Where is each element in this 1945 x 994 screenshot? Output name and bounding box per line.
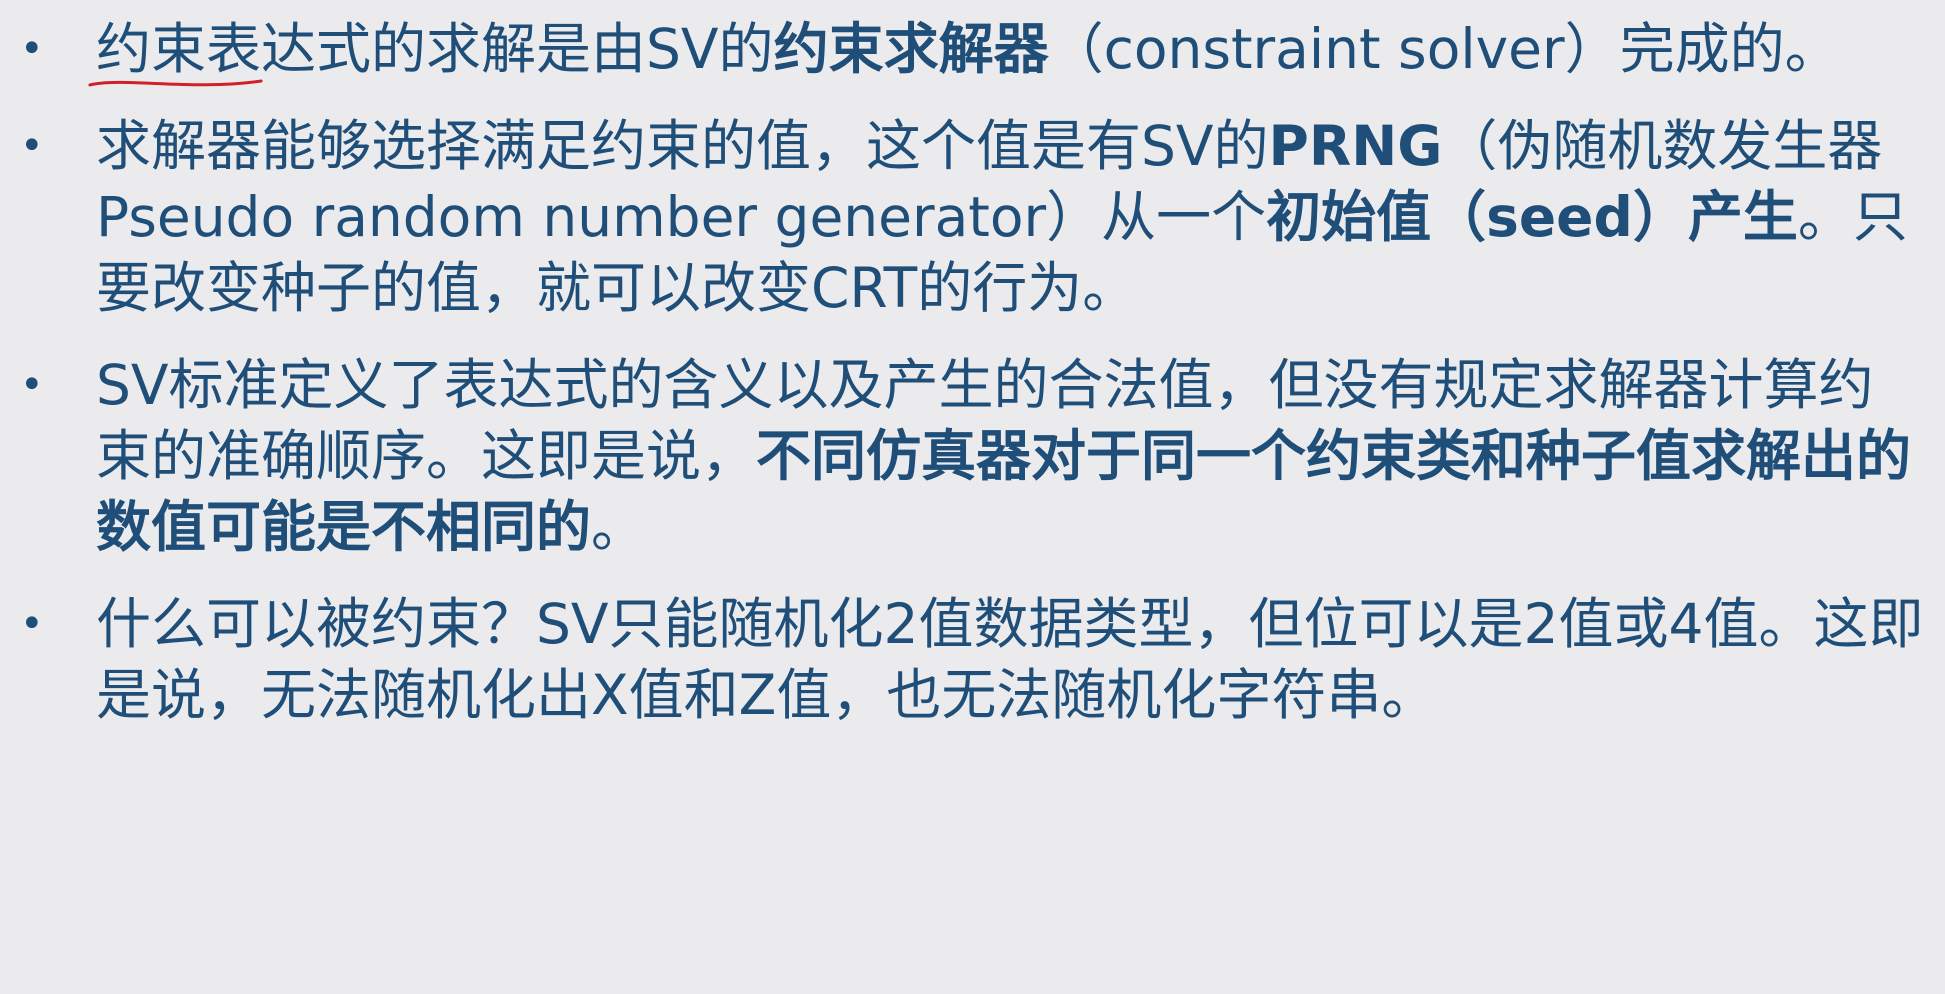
- bullet-dot: •: [20, 601, 44, 647]
- bullet-item-4: • 什么可以被约束？SV只能随机化2值数据类型，但位可以是2值或4值。这即是说，无…: [20, 589, 1925, 731]
- text-segment: 达式的求解是由SV的: [261, 17, 774, 81]
- text-segment-bold: PRNG: [1268, 114, 1443, 178]
- underlined-phrase: 约束表: [88, 14, 263, 87]
- bullet-item-1: • 约束表 达式的求解是由SV的约束求解器（constraint solver）完成…: [20, 14, 1925, 87]
- red-underline-annotation: [88, 79, 263, 87]
- text-segment: （constraint solver）完成的。: [1048, 17, 1840, 81]
- bullet-dot: •: [20, 26, 44, 72]
- slide: • 约束表 达式的求解是由SV的约束求解器（constraint solver）完成…: [0, 0, 1945, 994]
- text-segment-bold: 约束求解器: [773, 17, 1049, 81]
- text-segment: 。: [591, 495, 647, 559]
- bullet-list: • 约束表 达式的求解是由SV的约束求解器（constraint solver）完成…: [20, 14, 1925, 731]
- bullet-item-2: • 求解器能够选择满足约束的值，这个值是有SV的PRNG（伪随机数发生器 Pseu…: [20, 111, 1925, 324]
- bullet-dot: •: [20, 123, 44, 169]
- bullet-dot: •: [20, 362, 44, 408]
- text-segment-bold: 初始值（seed）产生: [1266, 185, 1798, 249]
- text-segment: 什么可以被约束？SV只能随机化2值数据类型，但位可以是2值或4值。这即是说，无法…: [96, 592, 1924, 727]
- text-segment: 求解器能够选择满足约束的值，这个值是有SV的: [96, 114, 1269, 178]
- bullet-item-3: • SV标准定义了表达式的含义以及产生的合法值，但没有规定求解器计算约束的准确顺序…: [20, 350, 1925, 563]
